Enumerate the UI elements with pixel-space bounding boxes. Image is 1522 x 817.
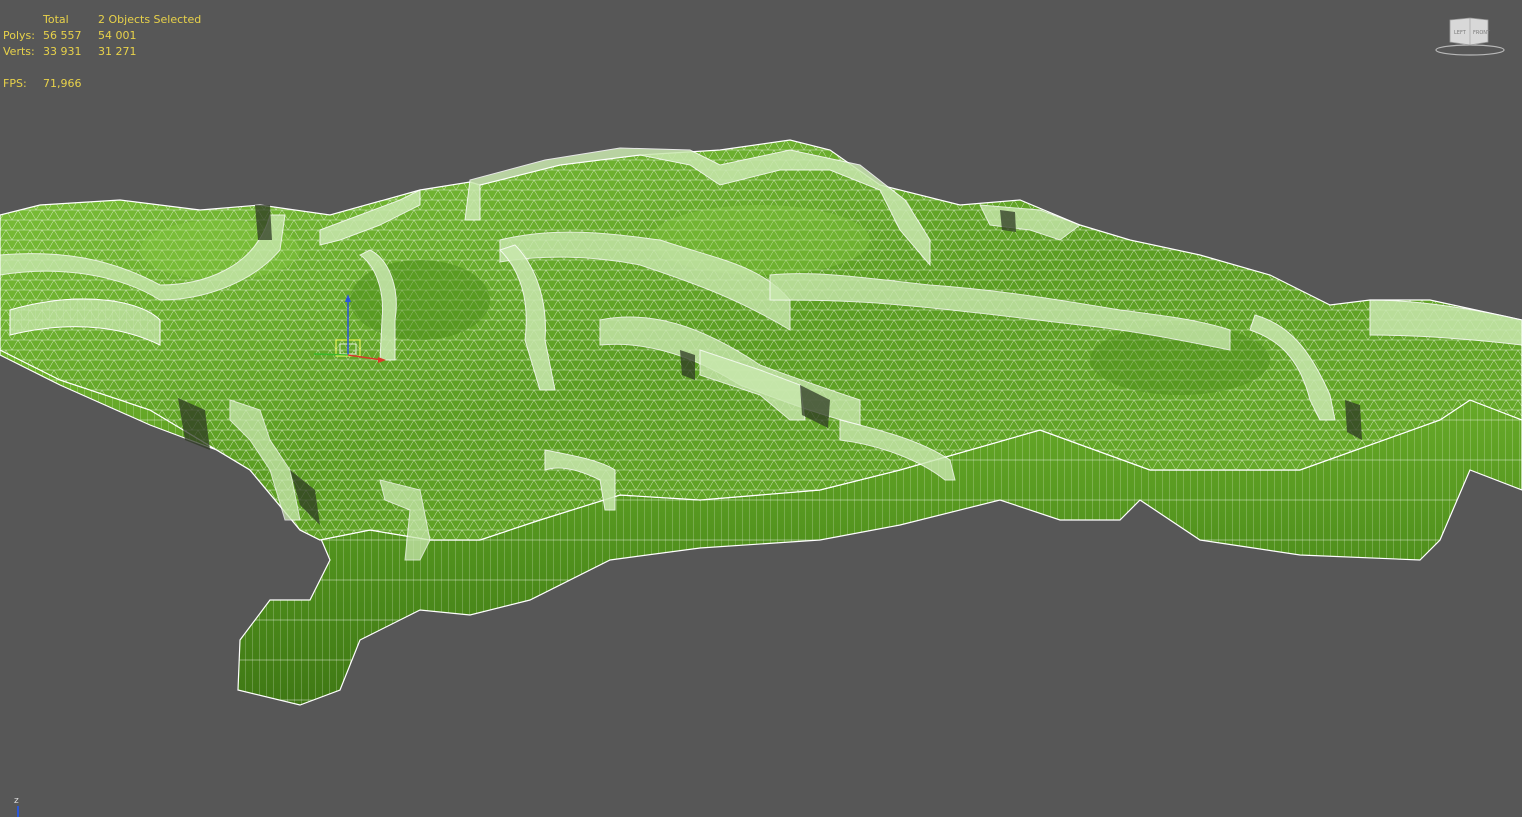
verts-label: Verts:	[3, 45, 35, 58]
stats-header-total: Total	[43, 13, 69, 26]
viewcube-front-face[interactable]: FRONT	[1473, 30, 1491, 36]
verts-total: 33 931	[43, 45, 82, 58]
polys-selected: 54 001	[98, 29, 137, 42]
fps-value: 71,966	[43, 77, 82, 90]
polys-total: 56 557	[43, 29, 82, 42]
verts-selected: 31 271	[98, 45, 137, 58]
fps-label: FPS:	[3, 77, 27, 90]
polys-label: Polys:	[3, 29, 35, 42]
3d-viewport[interactable]: Total 2 Objects Selected Polys: 56 557 5…	[0, 0, 1522, 817]
viewcube[interactable]: LEFT FRONT	[1430, 14, 1506, 58]
axis-tripod: z	[12, 796, 26, 817]
viewcube-ring[interactable]	[1435, 44, 1505, 56]
viewcube-left-face[interactable]: LEFT	[1454, 30, 1467, 36]
axis-z-line	[17, 806, 19, 817]
stats-header-selected: 2 Objects Selected	[98, 13, 202, 26]
axis-z-label: z	[14, 796, 19, 806]
terrain-wireframe-model[interactable]	[0, 0, 1522, 817]
